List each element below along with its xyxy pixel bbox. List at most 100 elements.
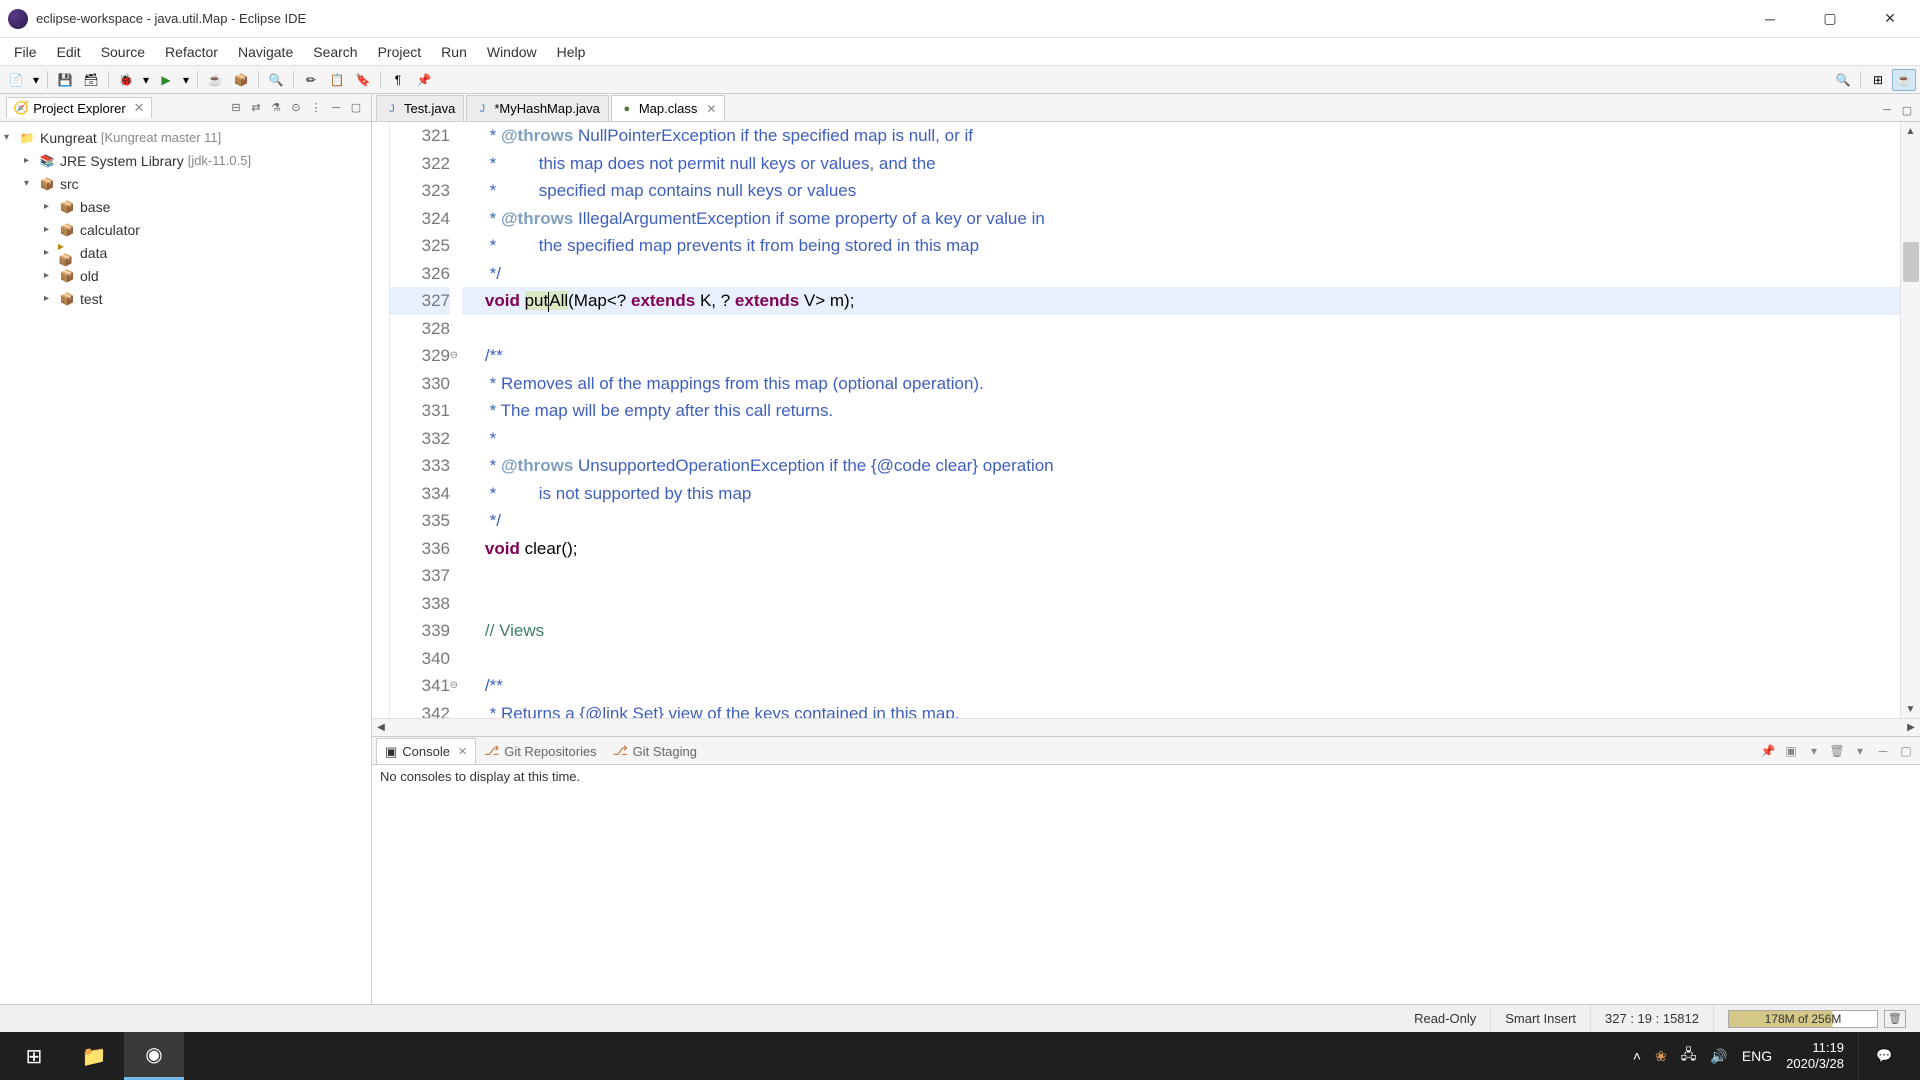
java-perspective-button[interactable]: ☕ xyxy=(1892,69,1916,91)
code-line[interactable]: * the specified map prevents it from bei… xyxy=(462,232,1900,260)
tray-network-icon[interactable]: 🖧 xyxy=(1681,1044,1697,1068)
file-explorer-taskbar[interactable]: 📁 xyxy=(64,1032,124,1080)
maximize-button[interactable]: ▢ xyxy=(1800,0,1860,38)
menu-source[interactable]: Source xyxy=(91,40,155,64)
line-number[interactable]: 329⊖ xyxy=(390,342,450,370)
open-console-button[interactable]: ▾ xyxy=(1804,741,1824,761)
fold-icon[interactable]: ⊖ xyxy=(450,672,458,700)
display-console-button[interactable]: ▣ xyxy=(1781,741,1801,761)
scroll-right-icon[interactable]: ▶ xyxy=(1902,719,1920,736)
expand-icon[interactable]: ▸ xyxy=(44,293,58,304)
code-line[interactable]: */ xyxy=(462,260,1900,288)
code-line[interactable]: // Views xyxy=(462,617,1900,645)
code-line[interactable] xyxy=(462,590,1900,618)
tree-item-jre-system-library[interactable]: ▸📚JRE System Library[jdk-11.0.5] xyxy=(0,149,371,172)
expand-icon[interactable]: ▸ xyxy=(44,270,58,281)
line-number[interactable]: 341⊖ xyxy=(390,672,450,700)
project-explorer-tab[interactable]: 🧭 Project Explorer ✕ xyxy=(6,97,152,118)
horizontal-scrollbar[interactable]: ◀ ▶ xyxy=(372,718,1920,736)
start-button[interactable]: ⊞ xyxy=(4,1032,64,1080)
expand-icon[interactable]: ▸ xyxy=(44,201,58,212)
toggle-mark-button[interactable]: 🔖 xyxy=(351,69,375,91)
line-number[interactable]: 336 xyxy=(390,535,450,563)
line-number[interactable]: 342 xyxy=(390,700,450,719)
toggle-block-button[interactable]: 📋 xyxy=(325,69,349,91)
code-line[interactable]: * @throws NullPointerException if the sp… xyxy=(462,122,1900,150)
close-button[interactable]: ✕ xyxy=(1860,0,1920,38)
debug-button[interactable]: 🐞 xyxy=(114,69,138,91)
line-number[interactable]: 328 xyxy=(390,315,450,343)
minimize-button[interactable]: ─ xyxy=(1740,0,1800,38)
editor-tab-map-class[interactable]: ●Map.class✕ xyxy=(611,95,726,121)
tray-ime[interactable]: ENG xyxy=(1742,1048,1772,1064)
line-number[interactable]: 340 xyxy=(390,645,450,673)
line-number[interactable]: 338 xyxy=(390,590,450,618)
notification-center[interactable]: 💬 xyxy=(1858,1032,1910,1080)
editor-maximize-button[interactable]: ▢ xyxy=(1898,101,1916,119)
code-line[interactable]: */ xyxy=(462,507,1900,535)
scroll-up-icon[interactable]: ▲ xyxy=(1901,122,1920,140)
expand-icon[interactable]: ▾ xyxy=(24,178,38,189)
vertical-scrollbar[interactable]: ▲ ▼ xyxy=(1900,122,1920,718)
line-number-gutter[interactable]: 321322323324325326327328329⊖330331332333… xyxy=(390,122,462,718)
new-button[interactable]: 📄 xyxy=(4,69,28,91)
tree-item-src[interactable]: ▾📦src xyxy=(0,172,371,195)
code-line[interactable]: * Returns a {@link Set} view of the keys… xyxy=(462,700,1900,719)
code-line[interactable]: * specified map contains null keys or va… xyxy=(462,177,1900,205)
code-line[interactable] xyxy=(462,562,1900,590)
line-number[interactable]: 323 xyxy=(390,177,450,205)
line-number[interactable]: 327 xyxy=(390,287,450,315)
toggle-highlight-button[interactable]: ✏ xyxy=(299,69,323,91)
console-dropdown-button[interactable]: ▾ xyxy=(1850,741,1870,761)
close-tab-icon[interactable]: ✕ xyxy=(706,102,716,116)
code-line[interactable]: * is not supported by this map xyxy=(462,480,1900,508)
gc-button[interactable]: 🗑 xyxy=(1884,1010,1906,1028)
menu-search[interactable]: Search xyxy=(303,40,367,64)
expand-icon[interactable]: ▸ xyxy=(24,155,38,166)
line-number[interactable]: 322 xyxy=(390,150,450,178)
link-editor-button[interactable]: ⇄ xyxy=(247,99,265,117)
close-view-icon[interactable]: ✕ xyxy=(458,745,467,758)
save-button[interactable]: 💾 xyxy=(53,69,77,91)
menu-navigate[interactable]: Navigate xyxy=(228,40,303,64)
view-menu-button[interactable]: ⋮ xyxy=(307,99,325,117)
tray-app-icon[interactable]: ❀ xyxy=(1655,1048,1667,1065)
line-number[interactable]: 324 xyxy=(390,205,450,233)
expand-icon[interactable]: ▸ xyxy=(44,224,58,235)
bottom-tab-console[interactable]: ▣Console✕ xyxy=(376,738,476,764)
line-number[interactable]: 321 xyxy=(390,122,450,150)
run-button[interactable]: ▶ xyxy=(154,69,178,91)
toggle-whitespace-button[interactable]: ¶ xyxy=(386,69,410,91)
code-line[interactable] xyxy=(462,645,1900,673)
tree-item-data[interactable]: ▸▸📦data xyxy=(0,241,371,264)
search-toolbar-button[interactable]: 🔍 xyxy=(1831,69,1855,91)
code-line[interactable]: /** xyxy=(462,672,1900,700)
maximize-view-button[interactable]: ▢ xyxy=(347,99,365,117)
tree-item-calculator[interactable]: ▸📦calculator xyxy=(0,218,371,241)
line-number[interactable]: 337 xyxy=(390,562,450,590)
status-insert-mode[interactable]: Smart Insert xyxy=(1491,1005,1591,1032)
run-dropdown[interactable]: ▾ xyxy=(180,69,192,91)
save-all-button[interactable]: 🗃 xyxy=(79,69,103,91)
menu-file[interactable]: File xyxy=(4,40,47,64)
heap-status[interactable]: 178M of 256M xyxy=(1728,1010,1878,1028)
line-number[interactable]: 326 xyxy=(390,260,450,288)
line-number[interactable]: 332 xyxy=(390,425,450,453)
bottom-tab-git-staging[interactable]: ⎇Git Staging xyxy=(605,738,705,764)
fold-icon[interactable]: ⊖ xyxy=(450,342,458,370)
tree-item-base[interactable]: ▸📦base xyxy=(0,195,371,218)
open-type-button[interactable]: 🔍 xyxy=(264,69,288,91)
focus-button[interactable]: ⊙ xyxy=(287,99,305,117)
code-line[interactable]: * @throws IllegalArgumentException if so… xyxy=(462,205,1900,233)
code-editor[interactable]: * @throws NullPointerException if the sp… xyxy=(462,122,1900,718)
menu-run[interactable]: Run xyxy=(431,40,477,64)
pin-button[interactable]: 📌 xyxy=(412,69,436,91)
editor-minimize-button[interactable]: ─ xyxy=(1878,101,1896,119)
filter-button[interactable]: ⚗ xyxy=(267,99,285,117)
annotation-ruler[interactable] xyxy=(372,122,390,718)
new-package-button[interactable]: 📦 xyxy=(229,69,253,91)
line-number[interactable]: 330 xyxy=(390,370,450,398)
close-view-icon[interactable]: ✕ xyxy=(134,100,145,116)
new-dropdown[interactable]: ▾ xyxy=(30,69,42,91)
scroll-down-icon[interactable]: ▼ xyxy=(1901,700,1920,718)
